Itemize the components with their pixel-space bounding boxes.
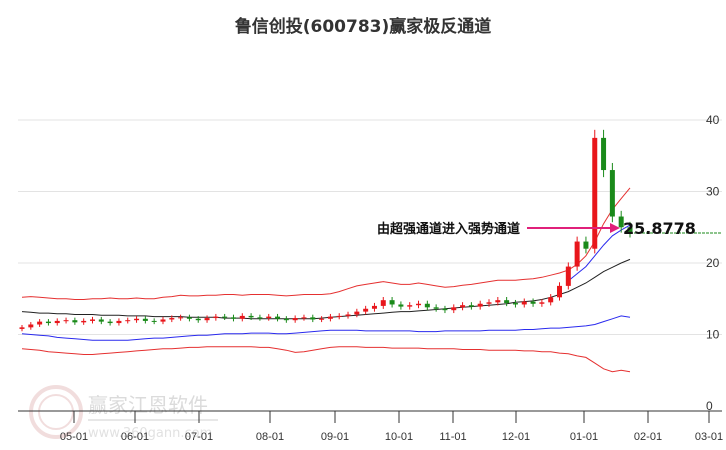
x-tick-label: 10-01: [385, 431, 413, 443]
x-tick-label: 03-01: [695, 431, 723, 443]
candle-body: [407, 305, 413, 307]
candle-body: [134, 318, 140, 321]
candle-body: [213, 316, 219, 319]
candle-body: [609, 170, 615, 217]
candle-body: [601, 137, 607, 171]
x-tick-label: 07-01: [185, 431, 213, 443]
watermark-brand: 赢家江恩软件: [88, 393, 208, 417]
candle-body: [301, 317, 307, 319]
candle-body: [125, 320, 131, 322]
candle-body: [521, 301, 527, 305]
candle-body: [398, 304, 404, 307]
candle-body: [565, 266, 571, 286]
x-tick-label: 12-01: [502, 431, 530, 443]
candle-body: [504, 300, 510, 304]
x-tick-label: 09-01: [321, 431, 349, 443]
candle-body: [239, 315, 245, 319]
candle-body: [574, 241, 580, 267]
annotation-value: 25.8778: [623, 219, 696, 238]
y-tick-label: 30: [706, 185, 720, 199]
line-lower-blue: [21, 315, 631, 341]
candle-body: [319, 318, 325, 320]
chart-container: 鲁信创投(600783)赢家极反通道 赢家江恩软件 www.360gann.co…: [0, 0, 726, 450]
candle-body: [477, 303, 483, 307]
candle-body: [28, 324, 34, 328]
x-tick-label: 06-01: [121, 431, 149, 443]
candle-body: [592, 137, 598, 249]
x-tick-label: 11-01: [439, 431, 466, 443]
candle-body: [169, 318, 175, 320]
candle-body: [98, 319, 104, 322]
y-tick-label: 10: [706, 328, 720, 342]
candle-body: [195, 318, 201, 321]
candle-body: [257, 317, 263, 319]
candle-body: [151, 320, 157, 322]
x-tick-label: 01-01: [570, 431, 598, 443]
x-tick-label: 02-01: [634, 431, 662, 443]
candle-body: [424, 303, 430, 308]
candle-body: [248, 315, 254, 318]
x-tick-label: 08-01: [256, 431, 284, 443]
candle-body: [486, 302, 492, 304]
candle-body: [204, 318, 210, 321]
candle-body: [327, 316, 333, 319]
candle-body: [512, 303, 518, 305]
candle-body: [72, 320, 78, 323]
candle-body: [142, 318, 148, 321]
candle-body: [275, 316, 281, 319]
candle-body: [442, 308, 448, 311]
candle-body: [89, 319, 95, 321]
candle-body: [354, 311, 360, 315]
candle-body: [310, 317, 316, 320]
candle-body: [63, 320, 69, 322]
candle-body: [222, 316, 228, 318]
candle-body: [433, 307, 439, 309]
candle-body: [451, 307, 457, 311]
candle-body: [363, 308, 369, 312]
x-tick-label: 05-01: [60, 431, 88, 443]
candle-body: [107, 321, 113, 324]
candle-body: [266, 316, 272, 319]
candle-body: [548, 297, 554, 303]
candle-body: [283, 318, 289, 321]
candle-body: [178, 317, 184, 319]
candle-body: [539, 302, 545, 304]
candle-body: [160, 319, 166, 322]
candle-body: [557, 285, 563, 298]
candle-body: [389, 300, 395, 305]
line-upper-red: [21, 187, 631, 300]
candle-body: [19, 327, 25, 329]
candle-body: [292, 318, 298, 321]
candle-body: [37, 321, 43, 325]
candle-body: [116, 320, 122, 324]
y-tick-label: 20: [706, 256, 720, 270]
candle-body: [371, 305, 377, 309]
y-tick-label: 40: [706, 113, 720, 127]
candle-body: [230, 317, 236, 319]
candle-body: [460, 305, 466, 308]
annotation-text: 由超强通道进入强势通道: [377, 221, 520, 237]
candle-body: [336, 315, 342, 317]
candle-body: [495, 300, 501, 303]
candle-body: [583, 241, 589, 249]
candle-body: [81, 320, 87, 323]
line-mid-black: [21, 258, 631, 320]
line-lower-red: [21, 346, 631, 373]
candle-body: [380, 300, 386, 306]
candle-body: [468, 305, 474, 307]
candle-body: [54, 320, 60, 324]
candle-body: [416, 303, 422, 306]
candle-body: [186, 317, 192, 319]
chart-svg: 赢家江恩软件 www.360gann.com 01020304005-01 06-…: [18, 113, 723, 443]
candle-body: [530, 301, 536, 304]
candle-body: [45, 321, 51, 324]
candle-body: [345, 314, 351, 316]
